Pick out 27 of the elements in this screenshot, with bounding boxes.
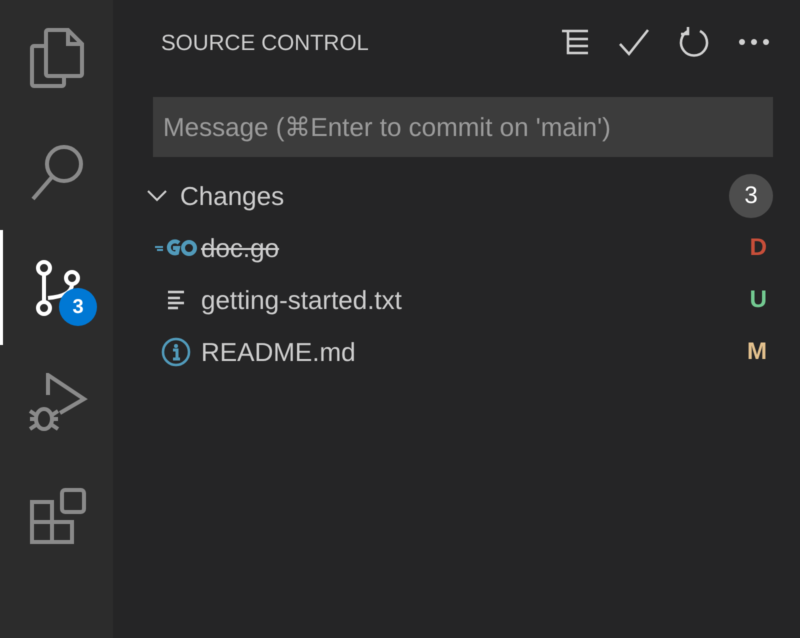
panel-title: SOURCE CONTROL <box>161 28 370 56</box>
file-row[interactable]: doc.go D <box>113 222 800 274</box>
file-name: README.md <box>201 336 357 368</box>
check-icon[interactable] <box>618 28 650 56</box>
go-file-icon <box>155 239 197 257</box>
file-name: doc.go <box>201 232 280 264</box>
info-icon <box>161 337 191 367</box>
files-icon <box>30 28 86 88</box>
text-file-icon <box>166 290 186 310</box>
count-badge: 3 <box>729 174 773 218</box>
refresh-icon[interactable] <box>678 26 710 58</box>
more-icon[interactable] <box>738 38 770 46</box>
status-letter: D <box>750 233 767 263</box>
tree-view-icon[interactable] <box>560 28 590 56</box>
branch-icon <box>34 260 82 316</box>
file-row[interactable]: getting-started.txt U <box>113 274 800 326</box>
debug-icon <box>28 372 88 432</box>
group-label: Changes <box>180 180 286 212</box>
message-field[interactable]: Message (⌘Enter to commit on 'main') <box>153 97 773 157</box>
file-name: getting-started.txt <box>201 284 403 316</box>
file-row[interactable]: README.md M <box>113 326 800 378</box>
changes-header[interactable]: Changes 3 <box>113 170 800 222</box>
status-letter: U <box>750 285 767 315</box>
count-badge: 3 <box>59 288 97 326</box>
status-letter: M <box>747 337 767 367</box>
activity-item[interactable]: 3 <box>0 230 113 345</box>
search-icon <box>30 144 86 202</box>
